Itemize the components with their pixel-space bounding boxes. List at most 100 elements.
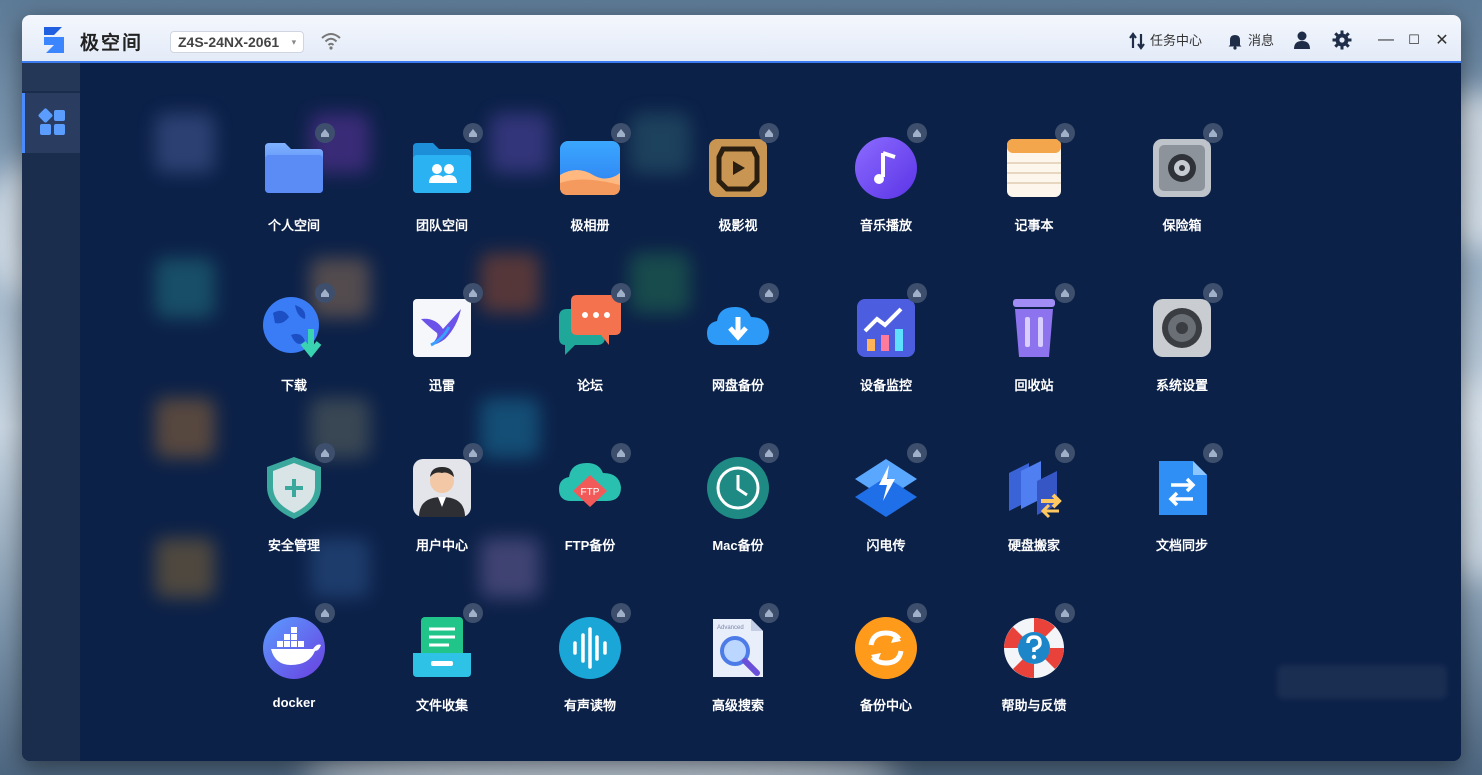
trash-icon: [1013, 299, 1055, 357]
app-docker[interactable]: docker: [234, 603, 354, 745]
app-label: 用户中心: [415, 538, 468, 553]
audiobook-icon: [559, 617, 621, 679]
title-bar[interactable]: 极空间 Z4S-24NX-2061 ▾ 任务中心 消息 — ☐ ✕: [22, 15, 1461, 63]
installed-badge: [463, 443, 483, 463]
blurred-desktop-icon: [155, 258, 215, 318]
app-file-collect[interactable]: 文件收集: [382, 603, 502, 745]
app-disk-move[interactable]: 硬盘搬家: [974, 443, 1094, 585]
app-launcher-area: 个人空间 团队空间 极相册 极影视 音乐播放 记事本 保险箱 下载 迅雷 论坛 …: [80, 63, 1461, 761]
installed-badge: [759, 603, 779, 623]
installed-badge: [315, 123, 335, 143]
app-notepad[interactable]: 记事本: [974, 123, 1094, 265]
app-mac-backup[interactable]: Mac备份: [678, 443, 798, 585]
installed-badge: [1203, 283, 1223, 303]
app-label: 网盘备份: [711, 378, 764, 393]
app-label: 团队空间: [415, 218, 468, 233]
app-personal-space[interactable]: 个人空间: [234, 123, 354, 265]
help-lifebuoy-icon: [1004, 618, 1064, 678]
app-ftp-backup[interactable]: FTP FTP备份: [530, 443, 650, 585]
app-security[interactable]: 安全管理: [234, 443, 354, 585]
chevron-down-icon: ▾: [291, 37, 297, 47]
app-doc-sync[interactable]: 文档同步: [1122, 443, 1242, 585]
advanced-search-icon: Advanced: [713, 619, 763, 677]
installed-badge: [759, 123, 779, 143]
minimize-button[interactable]: —: [1376, 30, 1396, 50]
device-selector[interactable]: Z4S-24NX-2061 ▾: [170, 31, 305, 53]
installed-badge: [1055, 283, 1075, 303]
app-label: 设备监控: [859, 378, 912, 393]
app-advanced-search[interactable]: Advanced 高级搜索: [678, 603, 798, 745]
app-thunder[interactable]: 迅雷: [382, 283, 502, 425]
disk-move-icon: [1009, 461, 1062, 519]
time-machine-icon: [707, 457, 769, 519]
blurred-floating-panel: [1277, 665, 1447, 699]
monitor-chart-icon: [857, 299, 915, 357]
messages-button[interactable]: 消息: [1226, 30, 1274, 52]
installed-badge: [759, 283, 779, 303]
installed-badge: [1203, 123, 1223, 143]
settings-gear-icon: [1153, 299, 1211, 357]
close-button[interactable]: ✕: [1432, 30, 1452, 50]
app-backup-center[interactable]: 备份中心: [826, 603, 946, 745]
app-label: docker: [272, 695, 316, 710]
user-icon[interactable]: [1292, 30, 1312, 50]
app-label: 音乐播放: [859, 218, 912, 233]
app-system-settings[interactable]: 系统设置: [1122, 283, 1242, 425]
blurred-desktop-icon: [155, 113, 215, 173]
app-flash-transfer[interactable]: 闪电传: [826, 443, 946, 585]
app-label: 保险箱: [1162, 218, 1202, 233]
installed-badge: [611, 603, 631, 623]
app-trash[interactable]: 回收站: [974, 283, 1094, 425]
app-download[interactable]: 下载: [234, 283, 354, 425]
transfer-icon: [1129, 32, 1145, 50]
installed-badge: [907, 443, 927, 463]
file-collect-icon: [413, 617, 471, 677]
task-center-button[interactable]: 任务中心: [1128, 30, 1202, 52]
installed-badge: [1203, 443, 1223, 463]
app-label: 下载: [280, 378, 307, 393]
video-icon: [709, 139, 767, 197]
app-team-space[interactable]: 团队空间: [382, 123, 502, 265]
download-globe-icon: [263, 297, 322, 358]
app-help-feedback[interactable]: 帮助与反馈: [974, 603, 1094, 745]
blurred-desktop-icon: [155, 398, 215, 458]
user-center-icon: [413, 459, 471, 517]
task-center-label: 任务中心: [1150, 33, 1203, 48]
music-icon: [855, 137, 917, 199]
team-folder-icon: [413, 143, 471, 193]
installed-badge: [315, 283, 335, 303]
sidebar-item-apps[interactable]: [22, 93, 80, 153]
wifi-icon[interactable]: [320, 32, 342, 50]
search-doc-text: Advanced: [717, 625, 744, 631]
app-device-monitor[interactable]: 设备监控: [826, 283, 946, 425]
installed-badge: [1055, 443, 1075, 463]
blurred-desktop-icon: [155, 538, 215, 598]
installed-badge: [759, 443, 779, 463]
folder-icon: [265, 143, 323, 193]
ftp-cloud-icon: FTP: [559, 463, 621, 507]
installed-badge: [463, 123, 483, 143]
app-forum[interactable]: 论坛: [530, 283, 650, 425]
gear-icon[interactable]: [1332, 30, 1352, 50]
app-audiobook[interactable]: 有声读物: [530, 603, 650, 745]
app-cloud-backup[interactable]: 网盘备份: [678, 283, 798, 425]
app-video[interactable]: 极影视: [678, 123, 798, 265]
app-label: 高级搜索: [711, 698, 764, 713]
app-label: FTP备份: [564, 538, 616, 553]
app-label: 闪电传: [866, 538, 906, 553]
installed-badge: [315, 443, 335, 463]
installed-badge: [611, 443, 631, 463]
app-label: 帮助与反馈: [1001, 698, 1067, 713]
apps-grid-icon: [38, 108, 65, 135]
app-logo-icon: [44, 27, 64, 53]
app-label: Mac备份: [712, 538, 764, 553]
app-user-center[interactable]: 用户中心: [382, 443, 502, 585]
app-safe[interactable]: 保险箱: [1122, 123, 1242, 265]
lightning-icon: [855, 459, 917, 517]
app-photo-album[interactable]: 极相册: [530, 123, 650, 265]
app-label: 备份中心: [859, 698, 912, 713]
maximize-button[interactable]: ☐: [1404, 30, 1424, 50]
cloud-backup-icon: [707, 307, 769, 345]
app-label: 文件收集: [415, 698, 468, 713]
app-music[interactable]: 音乐播放: [826, 123, 946, 265]
